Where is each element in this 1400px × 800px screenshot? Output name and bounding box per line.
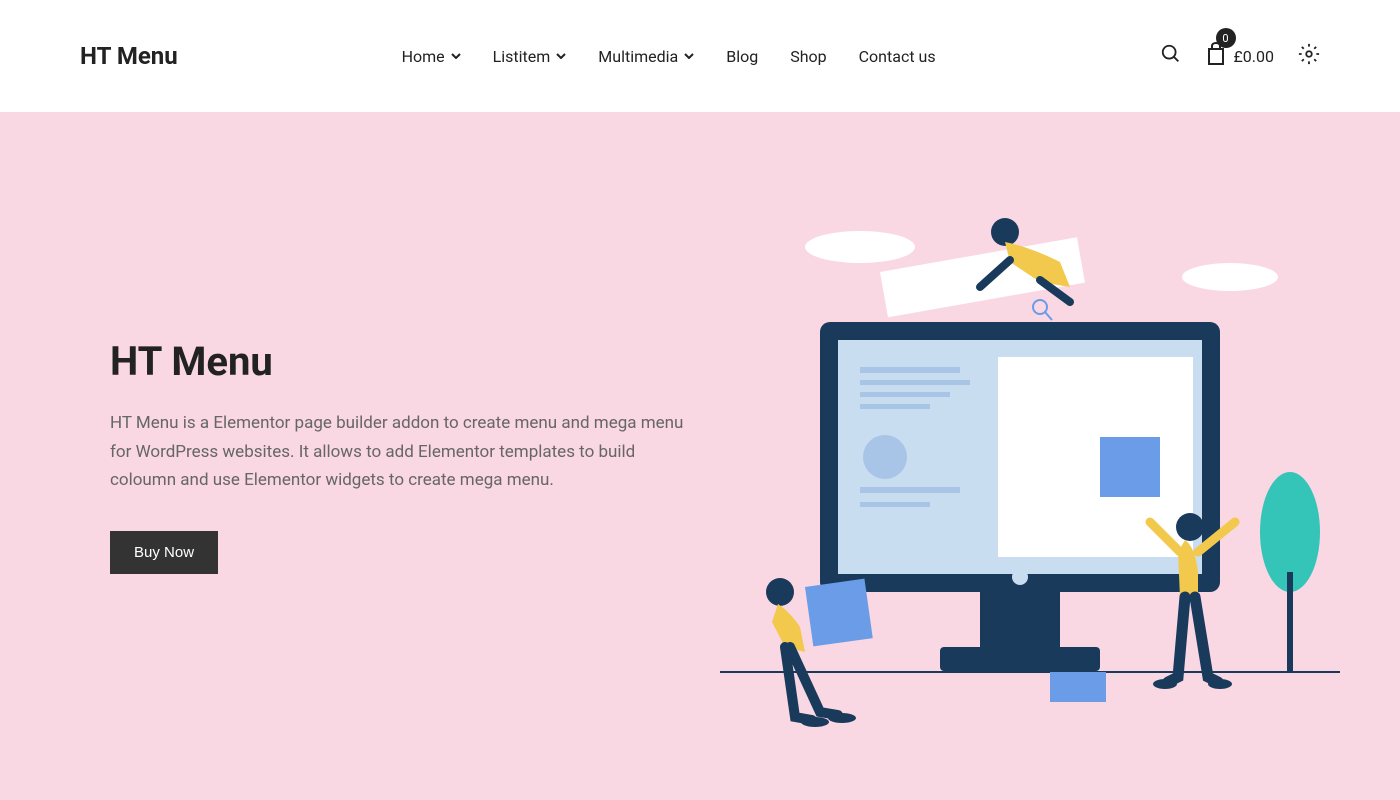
nav-shop[interactable]: Shop bbox=[790, 47, 826, 66]
hero-description: HT Menu is a Elementor page builder addo… bbox=[110, 409, 690, 496]
nav-multimedia[interactable]: Multimedia bbox=[598, 47, 694, 66]
nav-label: Listitem bbox=[493, 47, 551, 66]
nav-label: Blog bbox=[726, 47, 758, 66]
nav-label: Shop bbox=[790, 47, 826, 66]
main-nav: Home Listitem Multimedia Blog Shop Conta… bbox=[402, 47, 936, 66]
nav-contact[interactable]: Contact us bbox=[859, 47, 936, 66]
search-icon bbox=[1160, 43, 1182, 69]
buy-now-button[interactable]: Buy Now bbox=[110, 531, 218, 574]
settings-button[interactable] bbox=[1298, 43, 1320, 69]
nav-label: Multimedia bbox=[598, 47, 678, 66]
nav-home[interactable]: Home bbox=[402, 47, 461, 66]
cart-button[interactable]: 0 £0.00 bbox=[1206, 42, 1275, 70]
nav-blog[interactable]: Blog bbox=[726, 47, 758, 66]
header-actions: 0 £0.00 bbox=[1160, 42, 1321, 70]
chevron-down-icon bbox=[451, 51, 461, 61]
cart-price: £0.00 bbox=[1234, 47, 1275, 66]
nav-label: Home bbox=[402, 47, 445, 66]
gear-icon bbox=[1298, 43, 1320, 69]
logo[interactable]: HT Menu bbox=[80, 42, 178, 70]
hero-illustration bbox=[720, 192, 1340, 752]
search-button[interactable] bbox=[1160, 43, 1182, 69]
nav-listitem[interactable]: Listitem bbox=[493, 47, 567, 66]
header: HT Menu Home Listitem Multimedia Blog Sh… bbox=[0, 0, 1400, 112]
chevron-down-icon bbox=[684, 51, 694, 61]
hero-content: HT Menu HT Menu is a Elementor page buil… bbox=[0, 338, 690, 575]
cart-badge: 0 bbox=[1216, 28, 1236, 48]
hero-title: HT Menu bbox=[110, 338, 690, 385]
chevron-down-icon bbox=[556, 51, 566, 61]
nav-label: Contact us bbox=[859, 47, 936, 66]
hero-section: HT Menu HT Menu is a Elementor page buil… bbox=[0, 112, 1400, 800]
